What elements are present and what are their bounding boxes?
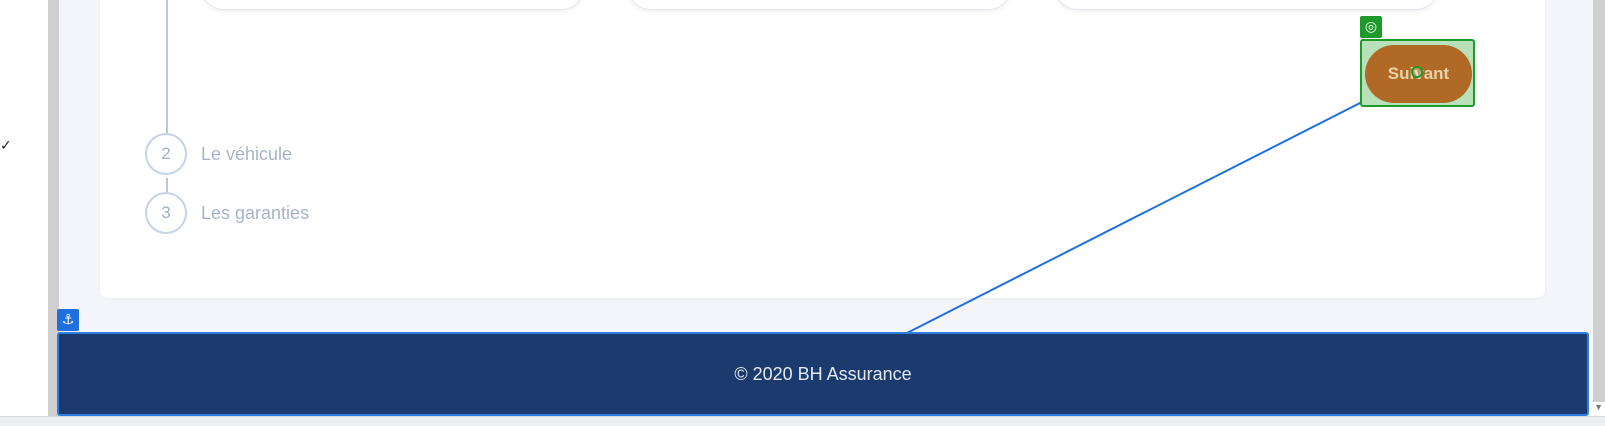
vertical-scrollbar[interactable]: [1593, 0, 1605, 402]
form-card: [100, 0, 1545, 298]
option-card[interactable]: [1054, 0, 1439, 10]
option-card[interactable]: [627, 0, 1012, 10]
stepper-line: [166, 0, 168, 136]
option-card[interactable]: [200, 0, 585, 10]
step-label: Les garanties: [201, 202, 310, 223]
anchor-icon: ⚓: [57, 309, 79, 331]
footer: © 2020 BH Assurance: [57, 332, 1589, 416]
step-number: 2: [145, 133, 187, 175]
checkmark-icon: ✓: [0, 138, 12, 154]
page: ✓ ▼ 2 Le véhicule 3 Les garanties Suivan…: [0, 0, 1605, 426]
click-target-icon: [1411, 66, 1423, 78]
step-guarantees[interactable]: 3 Les garanties: [145, 192, 309, 234]
step-vehicle[interactable]: 2 Le véhicule: [145, 133, 292, 175]
scroll-down-arrow-icon[interactable]: ▼: [1594, 402, 1603, 412]
step-number: 3: [145, 192, 187, 234]
footer-copyright: © 2020 BH Assurance: [734, 363, 912, 384]
target-icon: ◎: [1360, 16, 1382, 38]
horizontal-scrollbar[interactable]: [0, 416, 1605, 426]
step-label: Le véhicule: [201, 143, 293, 164]
